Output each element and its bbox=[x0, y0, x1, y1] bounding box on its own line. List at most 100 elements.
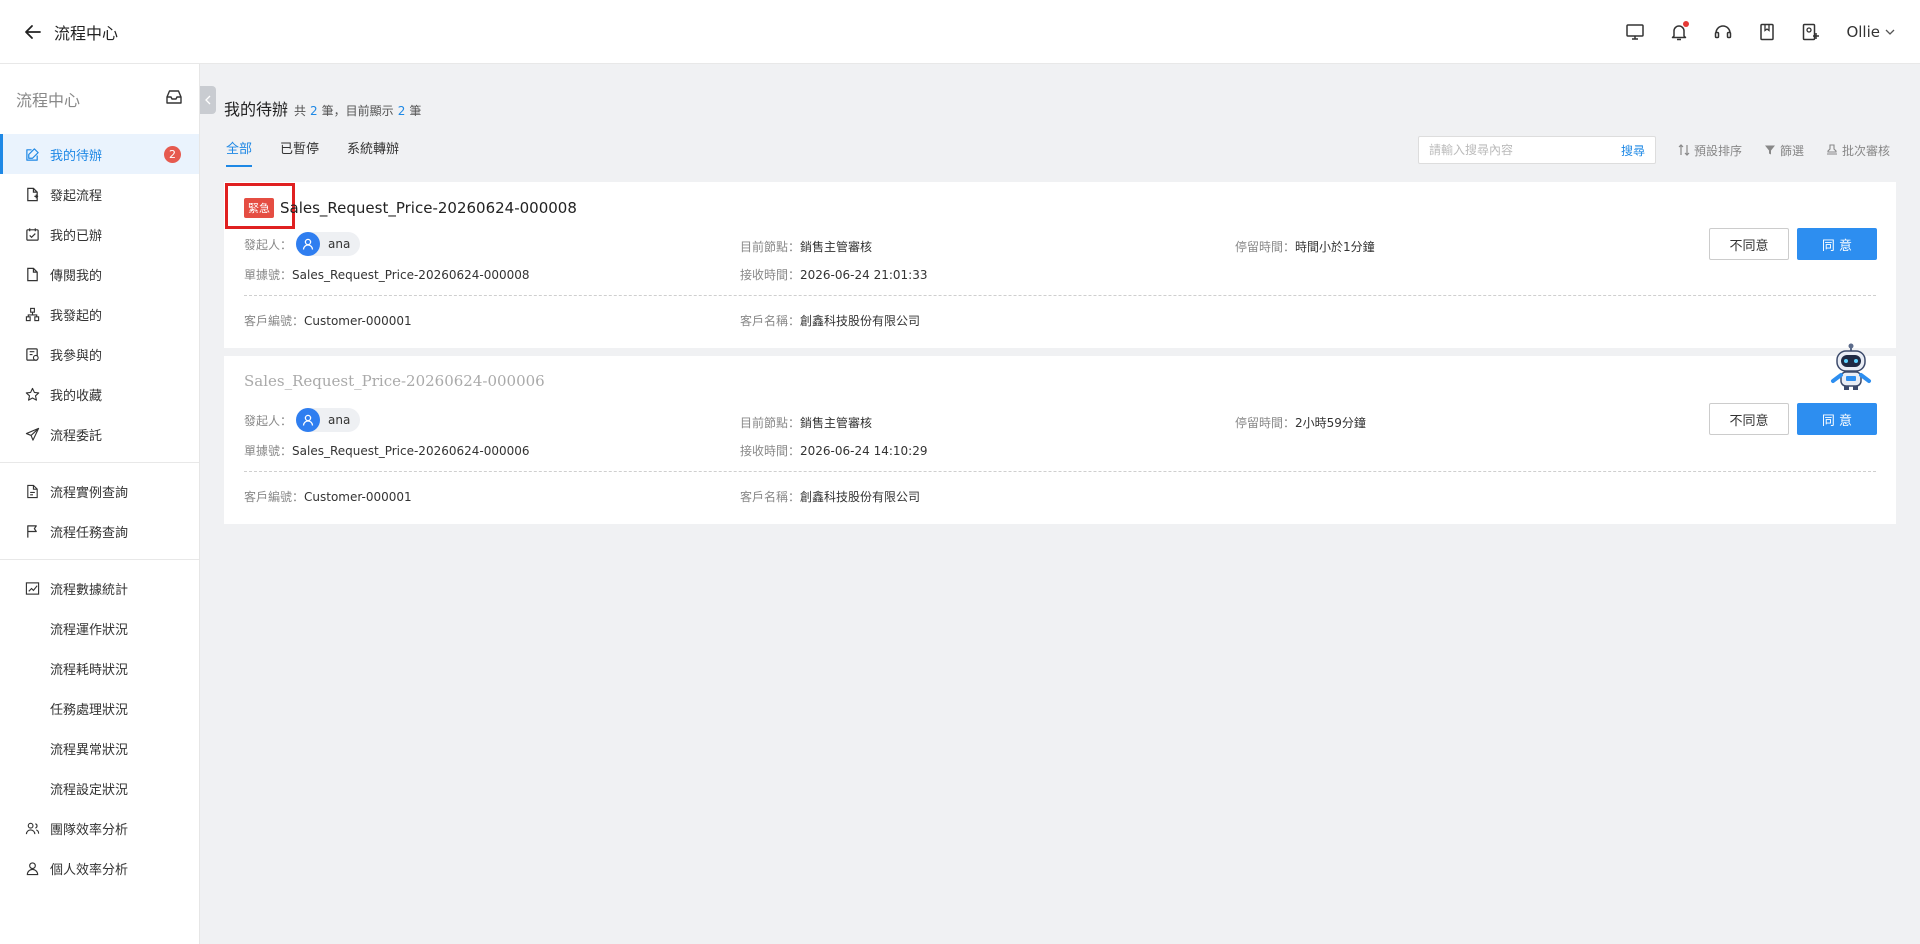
back-arrow-icon[interactable] bbox=[22, 21, 44, 43]
shown-count: 2 bbox=[397, 104, 406, 118]
file-icon bbox=[24, 266, 40, 282]
sidebar-item[interactable]: 流程設定狀況 bbox=[0, 768, 199, 808]
sidebar-item[interactable]: 我的收藏 bbox=[0, 374, 199, 414]
search-button[interactable]: 搜尋 bbox=[1621, 142, 1645, 159]
stay-field: 停留時間： 時間小於1分鐘 bbox=[1235, 238, 1375, 255]
sidebar-item[interactable]: 流程耗時狀況 bbox=[0, 648, 199, 688]
approve-button[interactable]: 同 意 bbox=[1797, 228, 1877, 260]
stay-label: 停留時間： bbox=[1235, 416, 1296, 430]
sidebar-item[interactable]: 我參與的 bbox=[0, 334, 199, 374]
sidebar-collapse-button[interactable] bbox=[200, 86, 216, 114]
monitor-icon[interactable] bbox=[1624, 21, 1646, 43]
stay-value: 時間小於1分鐘 bbox=[1295, 240, 1375, 254]
search-box: 搜尋 bbox=[1417, 136, 1656, 164]
initiator-label: 發起人： bbox=[244, 413, 293, 428]
received-field: 接收時間： 2026-06-24 21:01:33 bbox=[740, 266, 927, 283]
sidebar-item-label: 流程耗時狀況 bbox=[50, 662, 129, 678]
search-input[interactable] bbox=[1428, 143, 1621, 157]
reject-button[interactable]: 不同意 bbox=[1709, 228, 1789, 260]
page-heading: 我的待辦 共 2 筆，目前顯示 2 筆 bbox=[224, 96, 421, 120]
sidebar-item[interactable]: 流程異常狀況 bbox=[0, 728, 199, 768]
top-bar: 流程中心 Ollie bbox=[0, 0, 1920, 64]
customer-name-field: 客戶名稱： 創鑫科技股份有限公司 bbox=[740, 312, 920, 329]
sort-button[interactable]: 預設排序 bbox=[1678, 142, 1742, 159]
initiator-chip[interactable]: ana bbox=[296, 408, 361, 432]
bell-icon[interactable] bbox=[1668, 21, 1690, 43]
bookmark-icon[interactable] bbox=[1756, 21, 1778, 43]
user-menu[interactable]: Ollie bbox=[1846, 23, 1896, 41]
received-field: 接收時間： 2026-06-24 14:10:29 bbox=[740, 442, 927, 459]
sort-icon bbox=[1678, 144, 1690, 156]
customer-name-value: 創鑫科技股份有限公司 bbox=[800, 490, 921, 504]
assistant-robot-icon[interactable] bbox=[1828, 343, 1874, 391]
sidebar-item[interactable]: 我的已辦 bbox=[0, 214, 199, 254]
calendar-check-icon bbox=[24, 226, 40, 242]
total-count: 2 bbox=[310, 104, 318, 118]
dashed-divider bbox=[244, 471, 1876, 472]
customer-name-label: 客戶名稱： bbox=[740, 490, 801, 504]
stamp-icon bbox=[1826, 144, 1837, 155]
customer-no-field: 客戶編號： Customer-000001 bbox=[244, 312, 412, 329]
sidebar-item-label: 流程實例查詢 bbox=[50, 485, 129, 501]
tab-all[interactable]: 全部 bbox=[226, 138, 253, 167]
batch-review-button[interactable]: 批次審核 bbox=[1826, 142, 1890, 159]
sidebar-item[interactable]: 流程運作狀況 bbox=[0, 608, 199, 648]
headset-icon[interactable] bbox=[1712, 21, 1734, 43]
doc-no-field: 單據號： Sales_Request_Price-20260624-000006 bbox=[244, 442, 530, 459]
sidebar-item[interactable]: 發起流程 bbox=[0, 174, 199, 214]
sidebar-item[interactable]: 流程實例查詢 bbox=[0, 471, 199, 511]
chevron-left-icon bbox=[205, 95, 211, 105]
sidebar-item[interactable]: 團隊效率分析 bbox=[0, 808, 199, 848]
sidebar-item-label: 我參與的 bbox=[50, 348, 103, 364]
tab-system-transfer[interactable]: 系統轉辦 bbox=[347, 138, 399, 167]
user-switch-icon[interactable] bbox=[1800, 21, 1822, 43]
file-search-icon bbox=[24, 483, 40, 499]
initiator-name: ana bbox=[328, 237, 351, 251]
sort-label: 預設排序 bbox=[1693, 143, 1742, 158]
sidebar: 流程中心 我的待辦 2 發起流程 我的已辦 傳閱我的 我發起的我參與的我的收藏 流程委託流程… bbox=[0, 64, 200, 944]
received-label: 接收時間： bbox=[740, 268, 801, 282]
sidebar-item[interactable]: 任務處理狀況 bbox=[0, 688, 199, 728]
node-value: 銷售主管審核 bbox=[800, 416, 873, 430]
flag-icon bbox=[24, 523, 40, 539]
sidebar-item-label: 流程異常狀況 bbox=[50, 742, 129, 758]
sidebar-item-label: 流程設定狀況 bbox=[50, 782, 129, 798]
node-label: 目前節點： bbox=[740, 240, 801, 254]
task-title[interactable]: Sales_Request_Price-20260624-000006 bbox=[244, 372, 545, 390]
sidebar-item[interactable]: 我發起的 bbox=[0, 294, 199, 334]
task-card[interactable]: Sales_Request_Price-20260624-000006 發起人：… bbox=[224, 356, 1896, 524]
count-suffix: 筆 bbox=[409, 104, 422, 118]
sidebar-item[interactable]: 流程數據統計 bbox=[0, 568, 199, 608]
doc-no-label: 單據號： bbox=[244, 444, 293, 458]
top-right-toolbar: Ollie bbox=[1624, 0, 1896, 64]
inbox-icon[interactable] bbox=[165, 88, 183, 110]
sidebar-item[interactable]: 流程委託 bbox=[0, 414, 199, 454]
received-label: 接收時間： bbox=[740, 444, 801, 458]
sidebar-item[interactable]: 傳閱我的 bbox=[0, 254, 199, 294]
stay-value: 2小時59分鐘 bbox=[1295, 416, 1366, 430]
user-icon bbox=[302, 238, 314, 250]
user-icon bbox=[302, 414, 314, 426]
task-title[interactable]: 緊急 Sales_Request_Price-20260624-000008 bbox=[244, 198, 577, 218]
avatar bbox=[296, 408, 321, 432]
node-field: 目前節點： 銷售主管審核 bbox=[740, 238, 872, 255]
sidebar-header: 流程中心 bbox=[0, 64, 199, 134]
filter-button[interactable]: 篩選 bbox=[1764, 142, 1804, 159]
customer-name-label: 客戶名稱： bbox=[740, 314, 801, 328]
sidebar-item[interactable]: 我的待辦 2 bbox=[0, 134, 199, 174]
task-card[interactable]: 緊急 Sales_Request_Price-20260624-000008 發… bbox=[224, 182, 1896, 348]
customer-no-field: 客戶編號： Customer-000001 bbox=[244, 488, 412, 505]
filter-icon bbox=[1764, 145, 1775, 155]
doc-no-value: Sales_Request_Price-20260624-000006 bbox=[292, 443, 530, 458]
user-name: Ollie bbox=[1846, 23, 1880, 41]
sidebar-item[interactable]: 個人效率分析 bbox=[0, 848, 199, 888]
customer-name-field: 客戶名稱： 創鑫科技股份有限公司 bbox=[740, 488, 920, 505]
tab-paused[interactable]: 已暫停 bbox=[280, 138, 319, 167]
record-count: 共 2 筆，目前顯示 2 筆 bbox=[294, 102, 421, 119]
count-mid: 筆，目前顯示 bbox=[321, 104, 394, 118]
sidebar-divider bbox=[0, 462, 199, 463]
approve-button[interactable]: 同 意 bbox=[1797, 403, 1877, 435]
sidebar-item[interactable]: 流程任務查詢 bbox=[0, 511, 199, 551]
initiator-chip[interactable]: ana bbox=[296, 232, 361, 256]
reject-button[interactable]: 不同意 bbox=[1709, 403, 1789, 435]
